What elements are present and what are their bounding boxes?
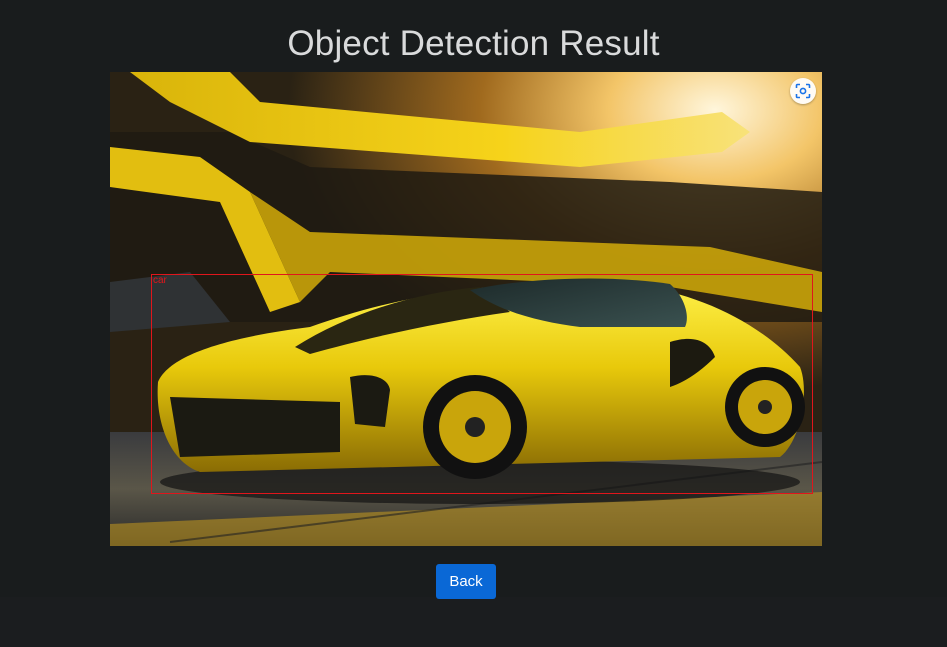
page-footer-band bbox=[0, 597, 947, 647]
page-title: Object Detection Result bbox=[287, 24, 660, 63]
car-photo bbox=[110, 72, 822, 546]
visual-search-icon bbox=[795, 83, 811, 99]
detection-result-image: car bbox=[110, 72, 822, 546]
back-button[interactable]: Back bbox=[436, 564, 496, 599]
visual-search-button[interactable] bbox=[790, 78, 816, 104]
